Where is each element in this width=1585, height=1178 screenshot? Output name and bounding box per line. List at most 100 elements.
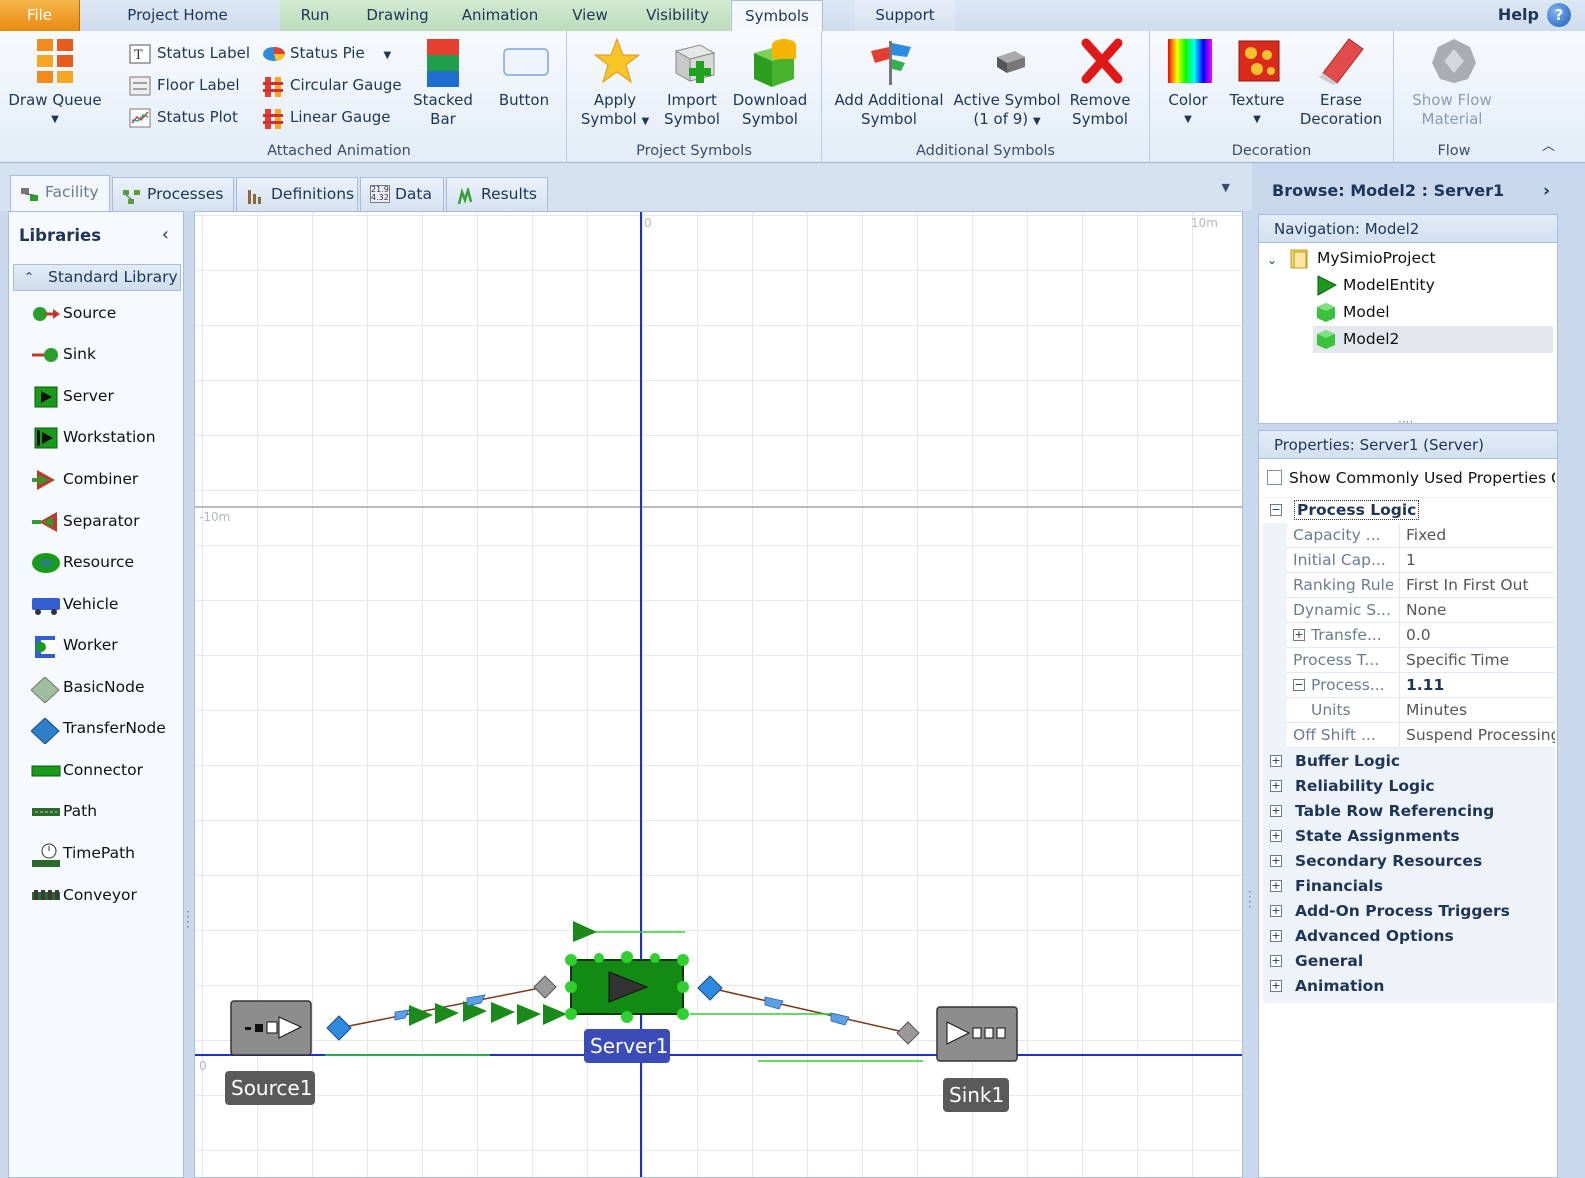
erase-decoration-button[interactable]: Erase Decoration [1294, 37, 1388, 129]
library-item-basicnode[interactable]: BasicNode [30, 672, 145, 704]
floor-label-button[interactable]: Floor Label [129, 71, 240, 99]
server-input-node[interactable] [533, 975, 557, 999]
help-menu[interactable]: Help [1498, 5, 1539, 24]
import-symbol-button[interactable]: Import Symbol [659, 37, 725, 129]
tab-visibility[interactable]: Visibility [625, 0, 730, 31]
tab-drawing[interactable]: Drawing [350, 0, 445, 31]
tab-animation[interactable]: Animation [445, 0, 555, 31]
tab-facility[interactable]: Facility [10, 175, 110, 212]
tab-support[interactable]: Support [855, 0, 955, 31]
right-splitter-handle[interactable]: · · · · [1248, 886, 1252, 913]
left-splitter-handle[interactable]: · · · · [186, 906, 190, 933]
source-object[interactable] [230, 1000, 312, 1056]
active-symbol-button[interactable]: Active Symbol (1 of 9) ▼ [952, 37, 1062, 131]
tab-results[interactable]: Results [446, 177, 548, 211]
property-value[interactable]: Specific Time [1399, 648, 1555, 673]
status-plot-button[interactable]: Status Plot [129, 103, 238, 131]
sink-input-node[interactable] [896, 1021, 920, 1045]
category-animation[interactable]: + Animation [1263, 974, 1555, 999]
pane-splitter-handle[interactable]: ···· [1398, 416, 1413, 428]
help-icon[interactable]: ? [1547, 3, 1571, 27]
property-row[interactable]: Off Shift ... Suspend Processing [1287, 723, 1555, 748]
button-button[interactable]: Button [488, 37, 560, 110]
category-table-row-referencing[interactable]: + Table Row Referencing [1263, 799, 1555, 824]
nav-item-model2[interactable]: Model2 [1313, 326, 1553, 353]
nav-item-project[interactable]: MySimioProject [1287, 245, 1436, 272]
add-additional-symbol-button[interactable]: Add Additional Symbol [834, 37, 944, 129]
source-output-node[interactable] [326, 1015, 352, 1041]
property-row[interactable]: − Process... 1.11 [1287, 673, 1555, 698]
category-process-logic[interactable]: − Process Logic [1263, 498, 1555, 523]
source-name-label[interactable]: Source1 [225, 1071, 315, 1105]
category-state-assignments[interactable]: + State Assignments [1263, 824, 1555, 849]
property-row[interactable]: Capacity ... Fixed [1287, 523, 1555, 548]
property-value[interactable]: 0.0 [1399, 623, 1555, 648]
tab-project-home[interactable]: Project Home [105, 0, 250, 31]
property-row[interactable]: Process T... Specific Time [1287, 648, 1555, 673]
tab-definitions[interactable]: Definitions [236, 177, 358, 211]
property-value[interactable]: First In First Out [1399, 573, 1555, 598]
server-output-node[interactable] [697, 975, 723, 1001]
tab-view[interactable]: View [555, 0, 625, 31]
library-item-connector[interactable]: Connector [31, 755, 143, 785]
library-item-workstation[interactable]: Workstation [31, 422, 156, 452]
library-item-server[interactable]: Server [31, 381, 114, 411]
standard-library-header[interactable]: ⌃ Standard Library [13, 264, 181, 291]
library-item-conveyor[interactable]: Conveyor [31, 880, 137, 910]
tab-symbols[interactable]: Symbols [731, 0, 823, 33]
library-item-transfernode[interactable]: TransferNode [30, 713, 166, 745]
show-flow-material-button[interactable]: Show Flow Material [1400, 37, 1504, 129]
property-row[interactable]: Dynamic S... None [1287, 598, 1555, 623]
property-value[interactable]: 1 [1399, 548, 1555, 573]
tab-run[interactable]: Run [280, 0, 350, 31]
status-pie-button[interactable]: Status Pie ▼ [262, 39, 391, 67]
property-row[interactable]: Units Minutes [1287, 698, 1555, 723]
chevron-left-icon[interactable]: ‹ [162, 224, 169, 245]
texture-button[interactable]: Texture ▼ [1224, 37, 1290, 129]
expand-icon[interactable]: + [1293, 629, 1305, 641]
apply-symbol-button[interactable]: Apply Symbol ▼ [577, 37, 653, 131]
collapse-icon[interactable]: − [1293, 679, 1305, 691]
path-server-sink[interactable] [709, 987, 909, 1034]
server-name-label[interactable]: Server1 [584, 1029, 670, 1063]
library-item-sink[interactable]: Sink [31, 339, 96, 369]
category-buffer-logic[interactable]: + Buffer Logic [1263, 749, 1555, 774]
library-item-vehicle[interactable]: Vehicle [31, 589, 118, 619]
nav-item-modelentity[interactable]: ModelEntity [1313, 272, 1435, 299]
library-item-source[interactable]: Source [31, 298, 116, 328]
circular-gauge-button[interactable]: Circular Gauge [262, 71, 402, 99]
category-reliability-logic[interactable]: + Reliability Logic [1263, 774, 1555, 799]
library-item-resource[interactable]: Resource [31, 547, 134, 577]
property-row[interactable]: + Transfe... 0.0 [1287, 623, 1555, 648]
library-item-worker[interactable]: Worker [31, 630, 118, 660]
property-value[interactable]: None [1399, 598, 1555, 623]
color-button[interactable]: Color ▼ [1160, 37, 1216, 129]
library-item-path[interactable]: Path [31, 796, 97, 826]
file-tab[interactable]: File [0, 0, 80, 31]
remove-symbol-button[interactable]: Remove Symbol [1066, 37, 1134, 129]
library-item-combiner[interactable]: Combiner [31, 464, 138, 494]
stacked-bar-button[interactable]: Stacked Bar [408, 37, 478, 129]
property-value[interactable]: Fixed [1399, 523, 1555, 548]
sink-name-label[interactable]: Sink1 [943, 1078, 1009, 1112]
property-row[interactable]: Initial Cap... 1 [1287, 548, 1555, 573]
draw-queue-button[interactable]: Draw Queue ▼ [6, 37, 104, 129]
nav-item-model[interactable]: Model [1313, 299, 1390, 326]
category-secondary-resources[interactable]: + Secondary Resources [1263, 849, 1555, 874]
status-label-button[interactable]: T Status Label [129, 39, 250, 67]
property-value[interactable]: Suspend Processing [1399, 723, 1555, 748]
chevron-right-icon[interactable]: › [1543, 172, 1550, 210]
library-item-timepath[interactable]: TimePath [31, 838, 135, 868]
checkbox[interactable] [1267, 470, 1282, 485]
expand-arrow-icon[interactable]: ⌄ [1267, 253, 1277, 267]
property-row[interactable]: Ranking Rule First In First Out [1287, 573, 1555, 598]
linear-gauge-button[interactable]: Linear Gauge [262, 103, 390, 131]
category-advanced-options[interactable]: + Advanced Options [1263, 924, 1555, 949]
tab-data[interactable]: 21.9 4.32 Data [360, 177, 444, 211]
collapse-ribbon-icon[interactable]: ︿ [1542, 135, 1555, 154]
server-object[interactable] [565, 951, 689, 1023]
category-general[interactable]: + General [1263, 949, 1555, 974]
sink-object[interactable] [936, 1006, 1018, 1062]
library-item-separator[interactable]: Separator [31, 506, 140, 536]
property-value[interactable]: Minutes [1399, 698, 1555, 723]
